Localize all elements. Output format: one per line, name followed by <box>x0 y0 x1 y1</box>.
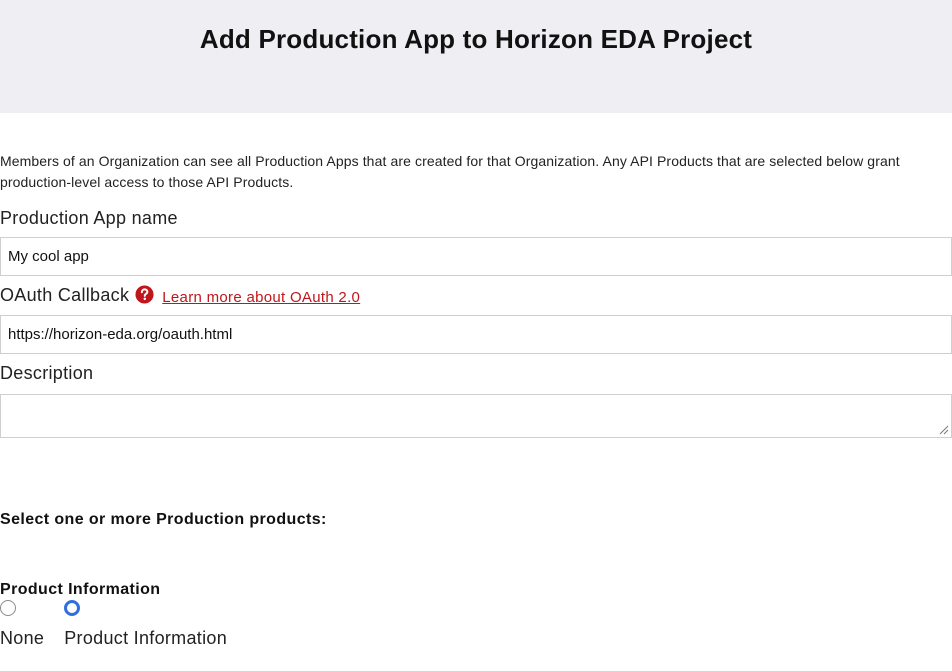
app-name-input[interactable]: My cool app <box>0 237 952 276</box>
description-label: Description <box>0 363 94 383</box>
radio-option-none[interactable]: None <box>0 600 44 649</box>
radio-none[interactable] <box>0 600 16 616</box>
intro-text: Members of an Organization can see all P… <box>0 153 900 190</box>
description-textarea[interactable] <box>0 394 952 438</box>
oauth-callback-label: OAuth Callback <box>0 285 130 305</box>
oauth-callback-input[interactable]: https://horizon-eda.org/oauth.html <box>0 315 952 354</box>
oauth-callback-value: https://horizon-eda.org/oauth.html <box>8 326 233 343</box>
app-name-value: My cool app <box>8 248 89 265</box>
oauth-label-row: OAuth Callback Learn more about OAuth 2.… <box>0 276 952 315</box>
resize-grip-icon[interactable] <box>939 425 949 435</box>
select-products-heading: Select one or more Production products: <box>0 511 327 528</box>
oauth-learn-more-link[interactable]: Learn more about OAuth 2.0 <box>162 289 360 306</box>
page-header: Add Production App to Horizon EDA Projec… <box>0 0 952 113</box>
radio-none-label: None <box>0 628 45 648</box>
radio-option-product-information[interactable]: Product Information <box>64 600 227 649</box>
page-title: Add Production App to Horizon EDA Projec… <box>199 24 753 54</box>
app-name-label: Production App name <box>0 208 178 228</box>
question-circle-icon[interactable] <box>135 285 154 304</box>
product-group-title: Product Information <box>0 581 161 598</box>
radio-product-information-label: Product Information <box>64 628 228 648</box>
radio-product-information[interactable] <box>64 600 81 616</box>
product-radio-group: None Product Information <box>0 600 952 649</box>
